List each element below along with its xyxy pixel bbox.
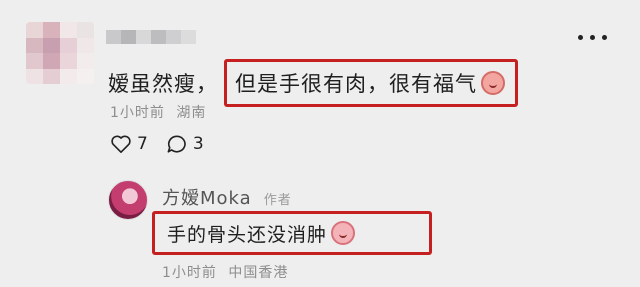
reply-body: 手的骨头还没消肿 [152,211,432,255]
reply-text: 手的骨头还没消肿 [167,223,328,246]
comment-actions: 7 3 [110,134,222,154]
reply-count-button[interactable]: 3 [166,134,204,154]
highlight-box: 但是手很有肉，很有福气 [224,59,518,107]
reply-location: 中国香港 [228,265,289,281]
comment-body: 嫒虽然瘦， 但是手很有肉，很有福气 [108,59,518,107]
commenter-username-blurred[interactable] [106,30,196,44]
like-count: 7 [137,134,148,154]
comment-text-plain: 嫒虽然瘦， [108,72,218,96]
comment-meta: 1小时前 湖南 [110,102,206,122]
more-options-icon[interactable] [578,30,618,44]
reply-time: 1小时前 [162,265,217,281]
reply-header: 方嫒Moka 作者 [162,184,292,210]
comment-text-highlighted: 但是手很有肉，很有福气 [235,72,477,96]
reply-count: 3 [192,134,204,154]
comment-location: 湖南 [176,105,207,121]
happy-face-icon [481,71,505,95]
reply-meta: 1小时前 中国香港 [162,262,288,282]
comment-time: 1小时前 [110,105,165,121]
author-badge: 作者 [263,193,292,208]
like-button[interactable]: 7 [110,134,148,154]
heart-icon [111,135,131,153]
comment-bubble-icon [167,135,186,153]
author-avatar[interactable] [108,180,148,220]
reply-username[interactable]: 方嫒Moka [162,184,252,210]
commenter-avatar[interactable] [26,22,94,84]
crying-face-icon [331,221,356,245]
